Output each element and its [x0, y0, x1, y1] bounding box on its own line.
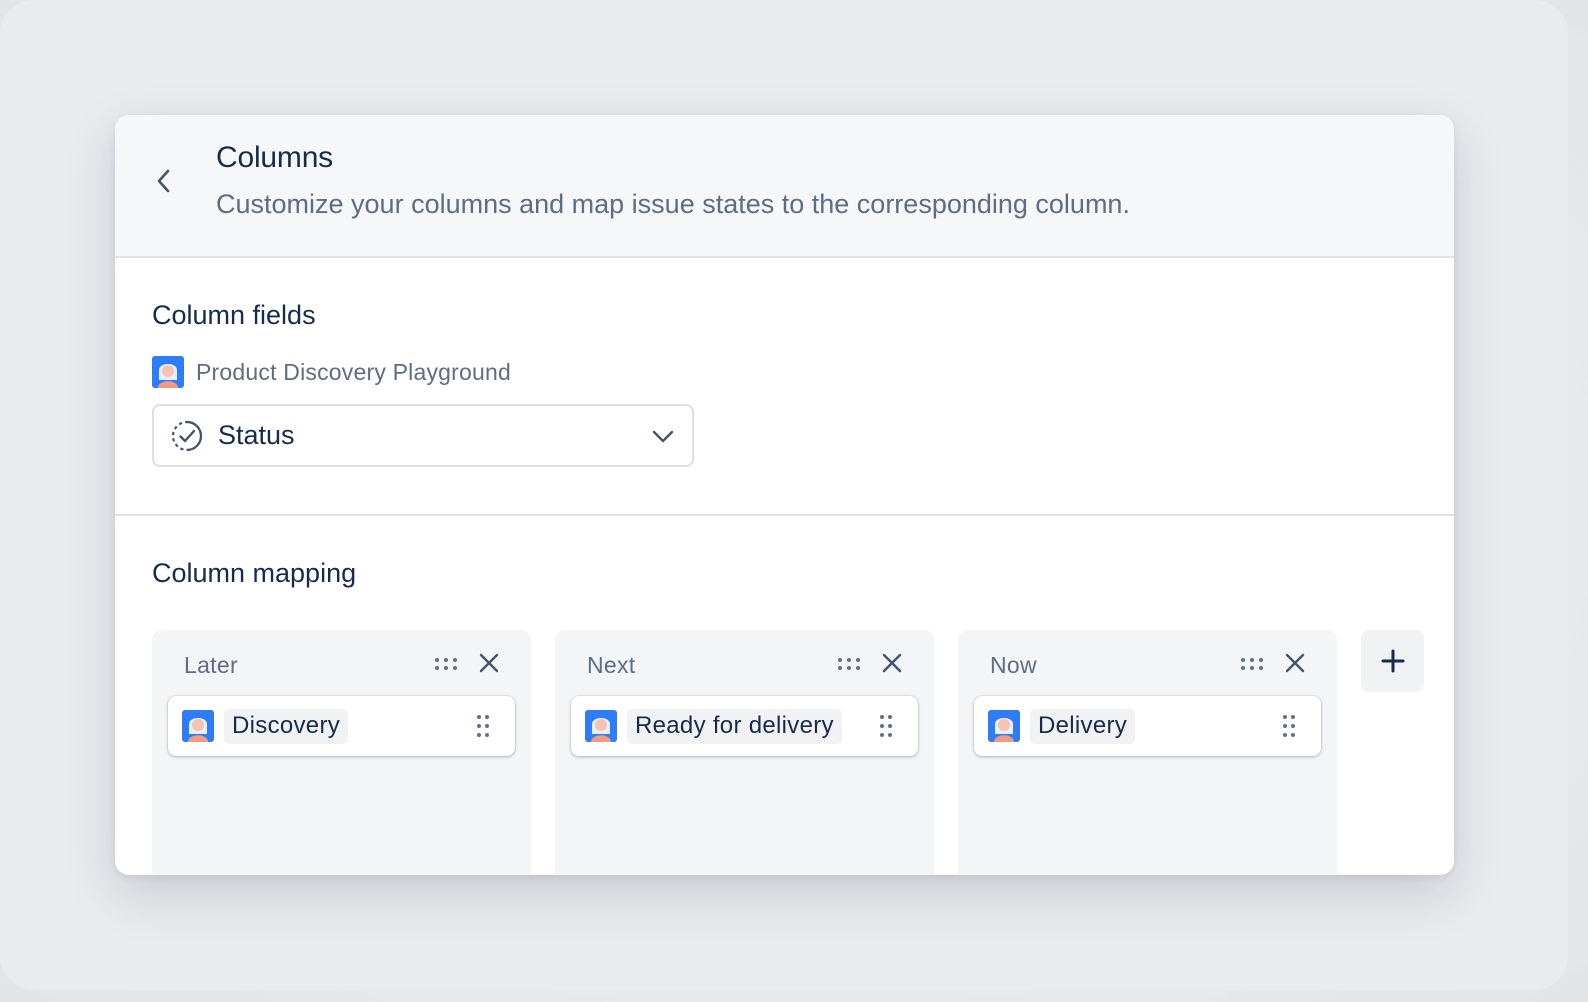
column-field-select-value: Status — [218, 420, 295, 450]
project-row: Product Discovery Playground — [152, 356, 511, 388]
close-icon[interactable] — [881, 652, 903, 674]
state-card[interactable]: Delivery — [974, 696, 1321, 756]
add-column-button[interactable] — [1361, 630, 1424, 692]
column-field-select[interactable]: Status — [152, 404, 694, 467]
column-fields-heading: Column fields — [152, 300, 316, 330]
column-mapping-section: Column mapping Later Discovery Next Read… — [115, 516, 1454, 875]
state-lozenge: Discovery — [224, 708, 349, 744]
mapping-column-now: Now Delivery — [958, 630, 1337, 875]
project-name: Product Discovery Playground — [196, 358, 511, 385]
chevron-left-icon — [157, 169, 170, 193]
state-card[interactable]: Discovery — [168, 696, 515, 756]
plus-icon — [1381, 649, 1404, 673]
drag-handle-icon[interactable] — [878, 714, 894, 738]
drag-handle-icon[interactable] — [1281, 714, 1297, 738]
mapping-column-next: Next Ready for delivery — [555, 630, 934, 875]
project-avatar-icon — [988, 710, 1020, 742]
column-title: Now — [990, 652, 1037, 678]
drag-handle-icon[interactable] — [837, 656, 861, 672]
project-avatar-icon — [152, 356, 184, 388]
panel-header: Columns Customize your columns and map i… — [115, 115, 1454, 258]
close-icon[interactable] — [1284, 652, 1306, 674]
back-button[interactable] — [149, 163, 179, 199]
status-check-icon — [171, 420, 203, 451]
close-icon[interactable] — [478, 652, 500, 674]
column-title: Later — [184, 652, 238, 678]
state-lozenge: Ready for delivery — [627, 708, 842, 744]
column-fields-section: Column fields Product Discovery Playgrou… — [115, 258, 1454, 516]
drag-handle-icon[interactable] — [434, 656, 458, 672]
project-avatar-icon — [182, 710, 214, 742]
state-lozenge: Delivery — [1030, 708, 1136, 744]
page-description: Customize your columns and map issue sta… — [216, 189, 1130, 219]
column-title: Next — [587, 652, 636, 678]
drag-handle-icon[interactable] — [1240, 656, 1264, 672]
mapping-column-later: Later Discovery — [152, 630, 531, 875]
page-title: Columns — [216, 141, 333, 174]
columns-settings-panel: Columns Customize your columns and map i… — [115, 115, 1454, 875]
chevron-down-icon — [652, 430, 674, 443]
state-card[interactable]: Ready for delivery — [571, 696, 918, 756]
project-avatar-icon — [585, 710, 617, 742]
column-mapping-heading: Column mapping — [152, 558, 357, 588]
drag-handle-icon[interactable] — [475, 714, 491, 738]
